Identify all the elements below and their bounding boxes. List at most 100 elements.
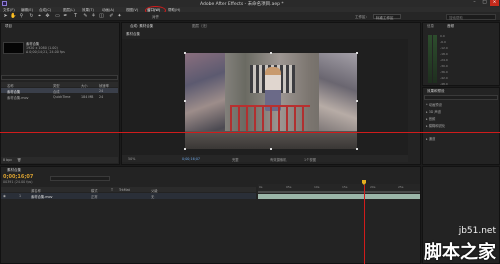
transform-handle[interactable]	[270, 52, 272, 54]
current-timecode[interactable]: 0;00;16;07	[182, 157, 200, 161]
project-column-header: 名称 类型 大小 帧速率	[1, 82, 118, 88]
transform-handle[interactable]	[356, 100, 358, 102]
project-item-row[interactable]: 素材合集 合成 24	[1, 88, 118, 94]
layer-duration-bar[interactable]	[258, 194, 420, 199]
timeline-search-input[interactable]	[50, 176, 110, 181]
eraser-tool-icon[interactable]: ◫	[98, 13, 105, 20]
level-label: -6.0	[440, 40, 446, 44]
composition-tab[interactable]: 合成: 素材合集	[130, 24, 153, 29]
time-ruler[interactable]: 0s 05s 10s 15s 20s 25s	[258, 184, 420, 191]
level-label: -18.0	[440, 52, 448, 56]
current-time-line	[363, 185, 365, 264]
resolution-dropdown[interactable]: 完整	[232, 157, 239, 162]
column-size[interactable]: 大小	[81, 83, 88, 88]
column-type[interactable]: 类型	[53, 83, 60, 88]
composition-breadcrumb[interactable]: 素材合集	[126, 32, 140, 37]
effects-category[interactable]: ▸ 通道	[426, 136, 435, 141]
pen-tool-icon[interactable]: ✒	[62, 13, 69, 20]
watermark-brand: 脚本之家	[424, 242, 496, 263]
views-dropdown[interactable]: 1个视图	[304, 157, 316, 162]
column-mode[interactable]: 模式	[91, 188, 98, 193]
item-size: 184 MB	[81, 94, 94, 99]
close-icon[interactable]: ×	[490, 0, 499, 6]
timeline-column-header: 源名称 模式 T TrkMat 父级	[1, 187, 256, 193]
item-fps: 24	[99, 88, 104, 93]
puppet-tool-icon[interactable]: ✦	[116, 13, 123, 20]
column-fps[interactable]: 帧速率	[99, 83, 109, 88]
roto-brush-tool-icon[interactable]: ✐	[108, 13, 115, 20]
mask-tool-icon[interactable]: ▭	[54, 13, 61, 20]
composition-footer: 50% 0;00;16;07 完整 有效摄像机 1个视图	[122, 155, 408, 162]
column-parent[interactable]: 父级	[151, 188, 158, 193]
workspace-dropdown[interactable]: 标准工作区	[373, 14, 401, 20]
transform-handle[interactable]	[184, 52, 186, 54]
transform-handle[interactable]	[356, 52, 358, 54]
camera-dropdown[interactable]: 有效摄像机	[270, 157, 286, 162]
text-tool-icon[interactable]: T	[72, 13, 79, 20]
column-trkmat[interactable]: TrkMat	[119, 188, 130, 192]
bpc-label[interactable]: 8 bpc	[3, 158, 12, 162]
audio-meter-left	[428, 35, 432, 83]
minimize-icon[interactable]: –	[470, 0, 479, 6]
rotate-tool-icon[interactable]: ↻	[28, 13, 35, 20]
column-source-name[interactable]: 源名称	[31, 188, 41, 193]
item-type: QuickTime	[53, 94, 71, 99]
ruler-tick: 10s	[314, 184, 320, 189]
info-tab[interactable]: 信息	[427, 24, 434, 29]
item-type: 合成	[53, 89, 60, 94]
audio-tab[interactable]: 音频	[447, 24, 454, 29]
column-t[interactable]: T	[111, 188, 113, 192]
level-label: -48.0	[440, 82, 448, 86]
zoom-dropdown[interactable]: 50%	[128, 157, 135, 161]
hand-tool-icon[interactable]: ✋	[10, 13, 17, 20]
ruler-tick: 20s	[370, 184, 376, 189]
camera-tool-icon[interactable]: ⌖	[36, 13, 43, 20]
effects-search-input[interactable]	[424, 95, 498, 100]
workspace-label: 工作区：	[355, 14, 369, 19]
project-thumbnail	[3, 42, 24, 54]
ruler-tick: 25s	[398, 184, 404, 189]
transform-handle[interactable]	[270, 148, 272, 150]
clone-stamp-tool-icon[interactable]: ⚘	[90, 13, 97, 20]
red-guide-line-annotation	[0, 132, 500, 133]
layer-parent-dropdown[interactable]: 无	[151, 194, 154, 199]
effects-presets-tab[interactable]: 效果和预设	[427, 89, 445, 94]
transform-handle[interactable]	[356, 148, 358, 150]
audio-meter-right	[433, 35, 437, 83]
visibility-eye-icon[interactable]: ◉	[3, 194, 6, 198]
transform-handle[interactable]	[184, 148, 186, 150]
effects-category[interactable]: ▸ 模糊和锐化	[426, 123, 445, 128]
layer-name: 素材合集.mov	[31, 195, 53, 199]
effects-category[interactable]: ▸ 音频	[426, 116, 435, 121]
maximize-icon[interactable]: □	[480, 0, 489, 6]
project-item-row[interactable]: 素材合集.mov QuickTime 184 MB 24	[1, 94, 118, 100]
selection-tool-icon[interactable]: ➤	[2, 13, 9, 20]
watermark-site: jb51.net	[458, 226, 496, 236]
video-frame	[185, 53, 357, 149]
level-label: -12.0	[440, 46, 448, 50]
column-name[interactable]: 名称	[7, 83, 14, 88]
ruler-tick: 05s	[286, 184, 292, 189]
effects-category[interactable]: * 动画预设	[426, 102, 442, 107]
project-tab[interactable]: 项目	[5, 24, 12, 29]
level-label: -30.0	[440, 64, 448, 68]
timeline-tab[interactable]: 素材合集	[7, 168, 21, 173]
project-search-input[interactable]	[1, 75, 118, 80]
work-area-bar[interactable]	[258, 191, 420, 193]
effects-category[interactable]: ▸ 3D 声道	[426, 109, 441, 114]
layer-tab[interactable]: 图层（无）	[192, 24, 210, 29]
item-name: 素材合集	[7, 89, 21, 94]
transform-handle[interactable]	[184, 100, 186, 102]
help-search-input[interactable]: 搜索帮助	[446, 13, 496, 20]
brush-tool-icon[interactable]: ✎	[82, 13, 89, 20]
zoom-tool-icon[interactable]: ⚲	[18, 13, 25, 20]
timeline-layer-row[interactable]: ◉ 1 素材合集.mov 正常 无	[1, 193, 256, 199]
layer-mode-dropdown[interactable]: 正常	[91, 194, 98, 199]
trash-icon[interactable]: 🗑	[17, 158, 21, 162]
pan-behind-tool-icon[interactable]: ✥	[44, 13, 51, 20]
align-label: 对齐	[152, 14, 159, 19]
after-effects-logo-icon	[2, 1, 7, 6]
ruler-tick: 0s	[259, 184, 263, 189]
level-label: -24.0	[440, 58, 448, 62]
level-label: 0.0	[440, 34, 445, 38]
